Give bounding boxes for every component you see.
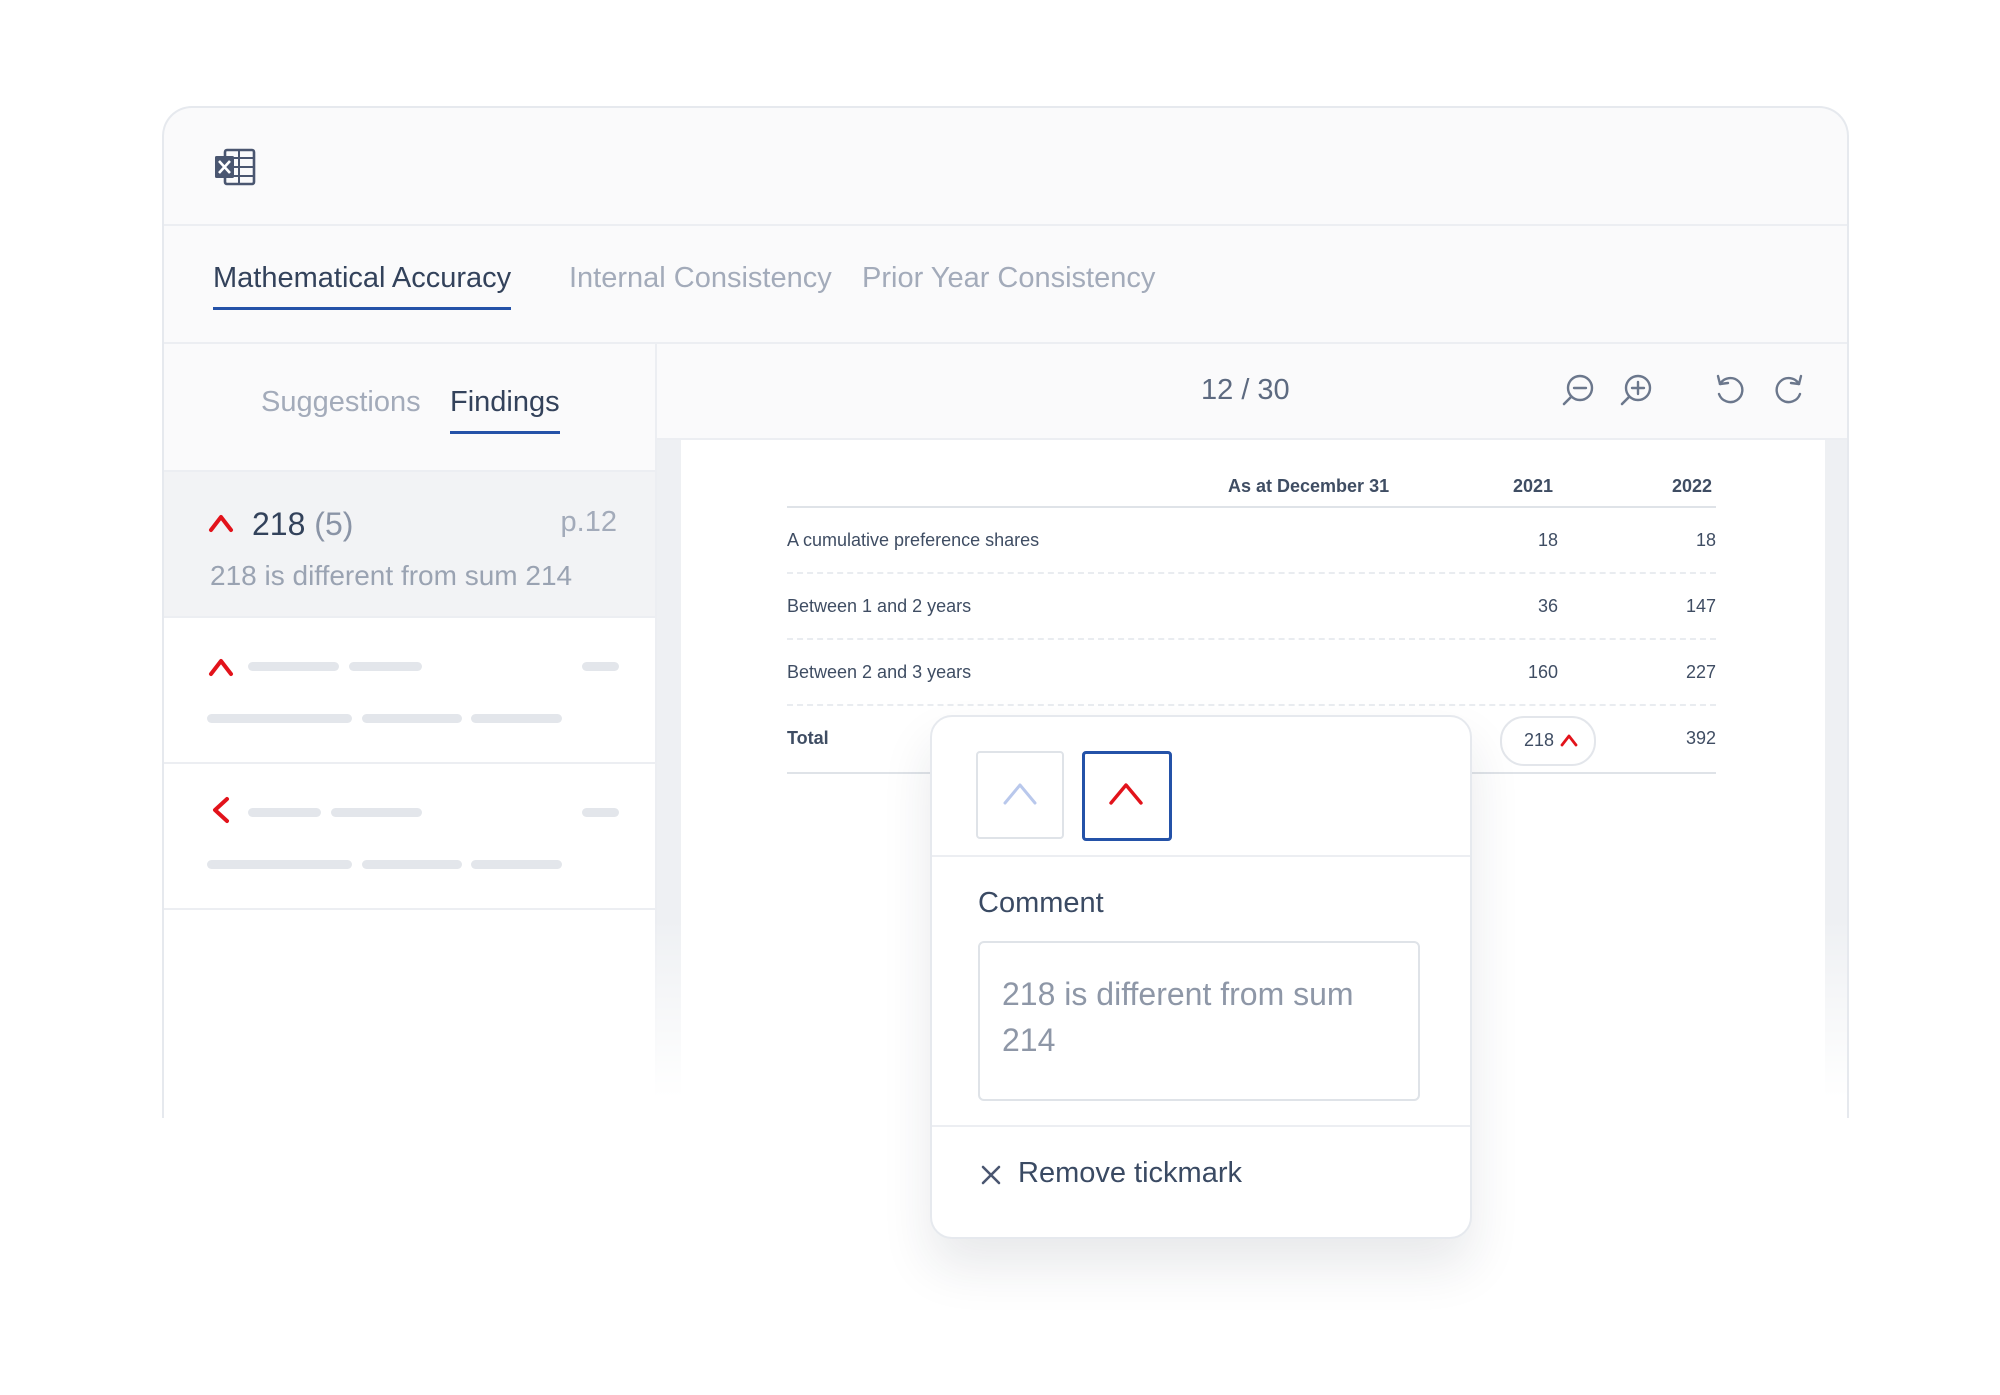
top-bar [164,108,1847,226]
skeleton-line [207,714,352,723]
comment-textarea[interactable]: 218 is different from sum 214 [978,941,1420,1101]
tickmark-option-error[interactable] [1082,751,1172,841]
cell-2022[interactable]: 227 [1686,662,1716,683]
tab-bar: Mathematical Accuracy Internal Consisten… [164,226,1847,344]
page-indicator: 12 / 30 [1201,374,1290,406]
row-label: Total [787,728,829,748]
tab-prior-year-consistency[interactable]: Prior Year Consistency [862,262,1155,307]
row-label: A cumulative preference shares [787,530,1040,550]
finding-page: p.12 [560,506,617,538]
cell-2021[interactable]: 160 [1528,662,1558,683]
finding-description: 218 is different from sum 214 [210,560,573,591]
caret-up-icon [1560,734,1578,747]
finding-placeholder-item[interactable] [164,618,655,764]
skeleton-line [362,860,462,869]
tab-internal-consistency[interactable]: Internal Consistency [569,262,832,307]
table-row: Between 2 and 3 years 160 227 [787,638,1716,706]
table-header: 2021 [1513,476,1554,496]
divider [932,1125,1470,1127]
skeleton-line [582,662,619,671]
caret-left-icon [213,797,229,823]
skeleton-line [471,714,562,723]
skeleton-line [349,662,422,671]
tickmark-popup: Comment 218 is different from sum 214 Re… [930,715,1472,1239]
finding-item[interactable]: 218 (5) p.12 218 is different from sum 2… [164,472,655,618]
tickmark-pill[interactable]: 218 [1500,716,1596,766]
rotate-left-icon[interactable] [1712,372,1748,408]
tickmark-option-neutral[interactable] [976,751,1064,839]
rotate-right-icon[interactable] [1771,372,1807,408]
finding-number: 218 [252,506,306,542]
row-label: Between 1 and 2 years [787,596,972,616]
close-icon [981,1165,1001,1185]
cell-2022[interactable]: 18 [1696,530,1716,551]
skeleton-line [331,808,422,817]
row-label: Between 2 and 3 years [787,662,972,682]
cell-2021[interactable]: 36 [1538,596,1558,617]
comment-label: Comment [978,887,1104,919]
tab-mathematical-accuracy[interactable]: Mathematical Accuracy [213,262,512,310]
cell-2022[interactable]: 147 [1686,596,1716,617]
remove-tickmark-label: Remove tickmark [1018,1157,1242,1189]
caret-up-icon [209,659,233,676]
divider [932,855,1470,857]
cell-2022[interactable]: 392 [1686,728,1716,749]
subtab-findings[interactable]: Findings [450,386,560,434]
caret-up-icon [1003,783,1037,805]
zoom-in-icon[interactable] [1619,372,1655,408]
table-header: 2022 [1672,476,1713,496]
table-row: Between 1 and 2 years 36 147 [787,572,1716,640]
finding-placeholder-item[interactable] [164,764,655,910]
skeleton-line [471,860,562,869]
finding-value: 218 (5) [252,506,353,543]
skeleton-line [248,662,339,671]
subtab-bar: Suggestions Findings [164,344,655,472]
findings-panel: Suggestions Findings 218 (5) p.12 218 is… [164,344,657,1118]
caret-up-icon [1109,783,1143,805]
skeleton-line [362,714,462,723]
table-header: As at December 31 [1228,476,1390,496]
caret-up-icon [209,515,233,532]
excel-icon[interactable] [214,148,256,186]
table-row: A cumulative preference shares 18 18 [787,506,1716,574]
subtab-suggestions[interactable]: Suggestions [261,386,421,431]
cell-2021[interactable]: 18 [1538,530,1558,551]
finding-count: (5) [314,506,354,542]
viewer-toolbar: 12 / 30 [657,344,1847,440]
zoom-out-icon[interactable] [1561,372,1597,408]
remove-tickmark-button[interactable]: Remove tickmark [980,1157,1242,1190]
skeleton-line [582,808,619,817]
skeleton-line [248,808,321,817]
skeleton-line [207,860,352,869]
cell-2021: 218 [1524,730,1555,750]
